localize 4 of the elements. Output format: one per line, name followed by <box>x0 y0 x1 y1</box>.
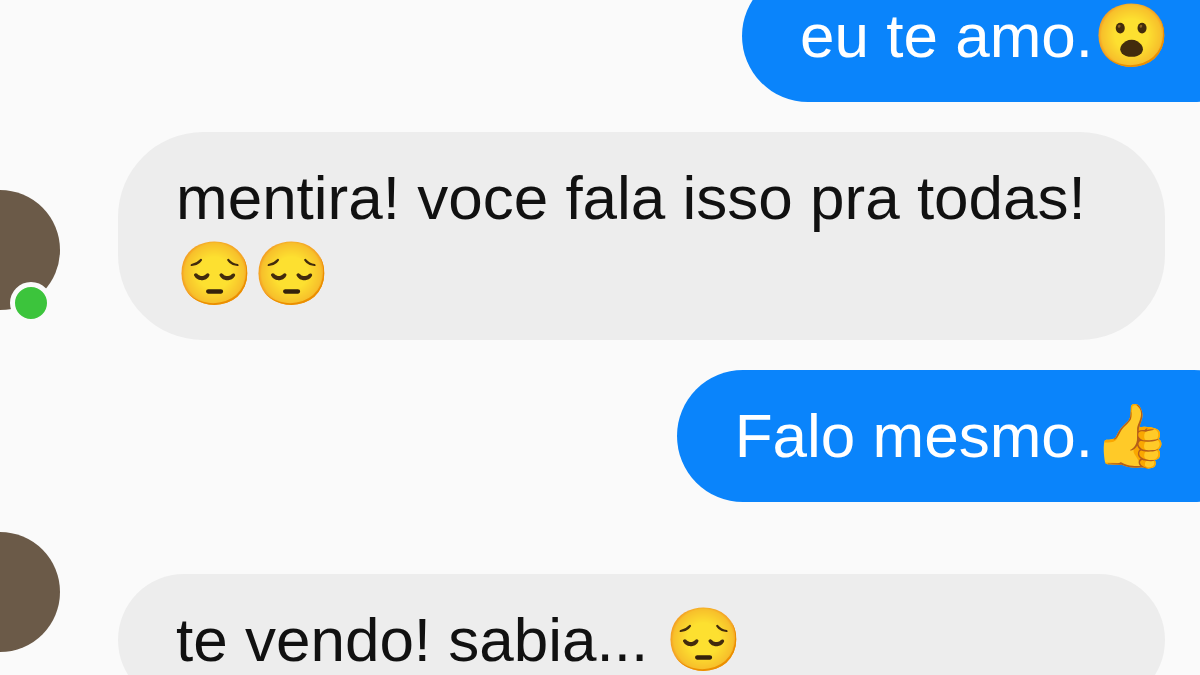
message-bubble: mentira! voce fala isso pra todas! 😔😔 <box>118 131 1165 340</box>
message-bubble: Falo mesmo.👍 <box>676 369 1200 502</box>
message-bubble: eu te amo.😮 <box>742 0 1200 102</box>
message-bubble: te vendo! sabia... 😔 <box>118 573 1165 675</box>
